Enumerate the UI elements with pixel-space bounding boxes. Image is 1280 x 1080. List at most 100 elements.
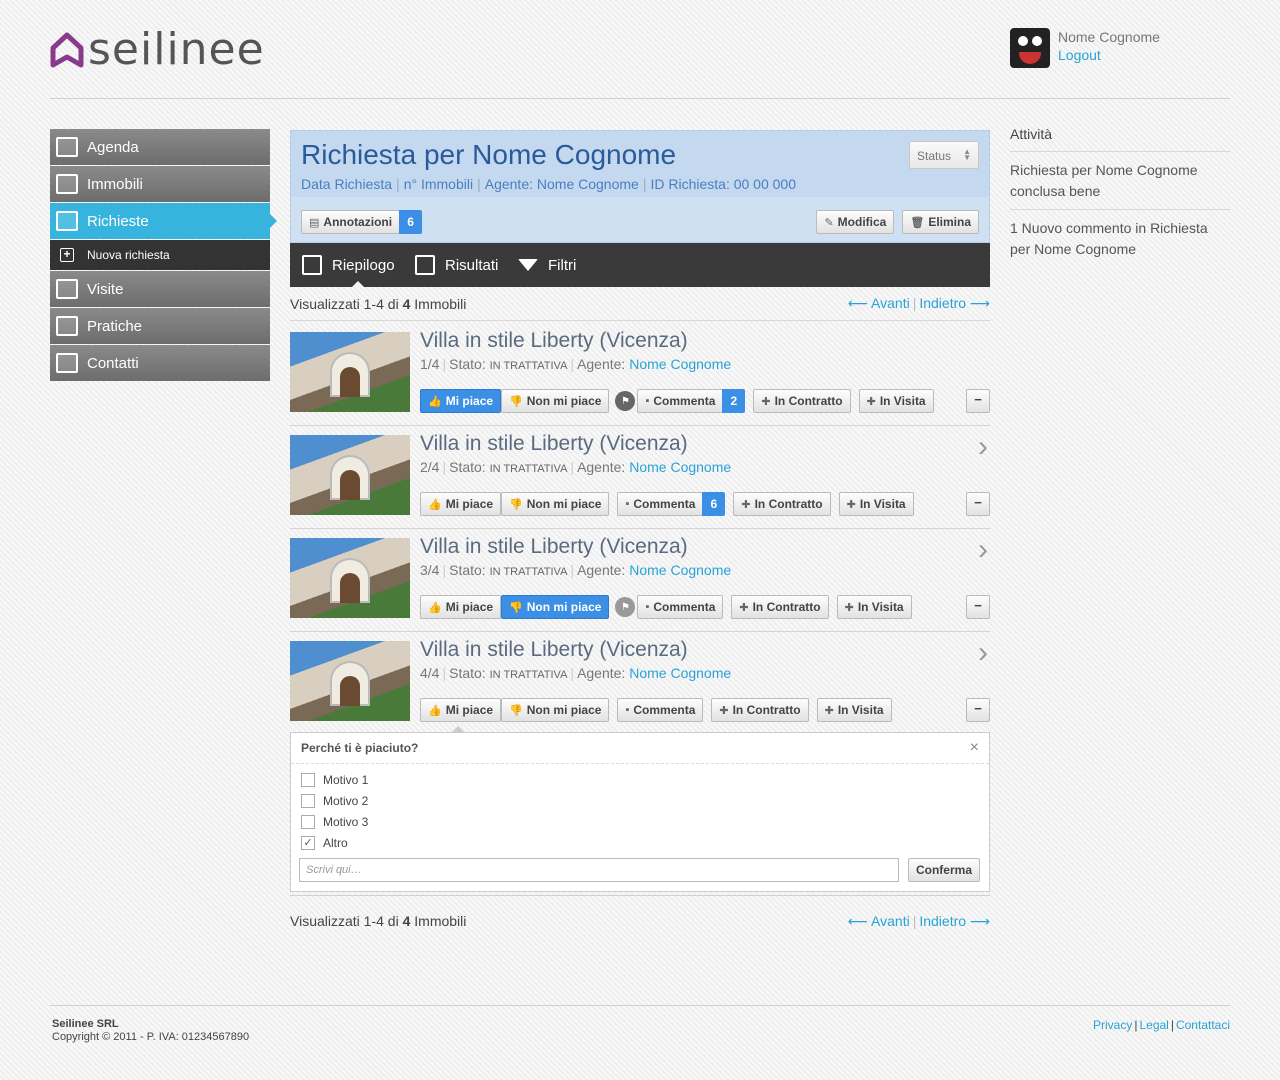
sidebar-item-pratiche[interactable]: Pratiche — [50, 308, 270, 344]
visit-button[interactable]: ✚ In Visita — [816, 698, 892, 722]
collapse-button[interactable]: − — [966, 389, 990, 413]
status-label: Status — [917, 149, 952, 163]
property-title[interactable]: Villa in stile Liberty (Vicenza) — [420, 432, 688, 456]
chevron-right-icon[interactable]: › — [978, 535, 988, 565]
option-motivo-2[interactable]: Motivo 2 — [301, 794, 368, 808]
property-photo[interactable] — [290, 641, 410, 721]
trash-icon: 🗑 — [910, 216, 925, 229]
property-meta: 1/4 | Stato: IN TRATTATIVA | Agente: Nome Co… — [420, 356, 732, 372]
dislike-button[interactable]: 👎 Non mi piace — [501, 595, 610, 619]
sidebar-item-label: Richieste — [87, 212, 149, 230]
agent-link[interactable]: Nome Cognome — [629, 562, 731, 578]
checkbox[interactable] — [301, 773, 315, 787]
checkbox[interactable] — [301, 794, 315, 808]
header-divider — [50, 98, 1230, 99]
logout-link[interactable]: Logout — [1058, 47, 1101, 63]
property-photo[interactable] — [290, 538, 410, 618]
flag-icon[interactable]: ⚑ — [615, 391, 636, 411]
logo[interactable]: seilinee — [50, 28, 265, 72]
flag-icon[interactable]: ⚑ — [615, 597, 636, 617]
property-index: 3/4 — [420, 562, 440, 578]
sidebar-item-contatti[interactable]: Contatti — [50, 345, 270, 381]
delete-button[interactable]: 🗑 Elimina — [902, 210, 979, 234]
contract-label: In Contratto — [732, 703, 801, 717]
visit-button[interactable]: ✚ In Visita — [858, 389, 934, 413]
edit-button[interactable]: ✎ Modifica — [816, 210, 895, 234]
property-title[interactable]: Villa in stile Liberty (Vicenza) — [420, 329, 688, 353]
request-icon — [56, 211, 78, 231]
checkbox[interactable] — [301, 815, 315, 829]
dislike-button[interactable]: 👎 Non mi piace — [501, 698, 610, 722]
dislike-button[interactable]: 👎 Non mi piace — [501, 492, 610, 516]
sidebar-item-visite[interactable]: Visite — [50, 271, 270, 307]
list-item[interactable]: Villa in stile Liberty (Vicenza) 1/4 | Sta… — [290, 322, 990, 426]
plus-icon: ✚ — [741, 498, 751, 511]
agent-link[interactable]: Nome Cognome — [629, 356, 731, 372]
confirm-button[interactable]: Conferma — [907, 858, 980, 882]
tab-risultati[interactable]: Risultati — [415, 243, 498, 287]
like-button[interactable]: 👍 Mi piace — [420, 595, 502, 619]
request-count: n° Immobili — [403, 176, 474, 192]
results-icon — [415, 255, 435, 275]
contract-button[interactable]: ✚ In Contratto — [733, 492, 831, 516]
prev-link[interactable]: ⟵ Avanti — [848, 295, 910, 311]
comment-icon: ▪ — [625, 498, 630, 510]
sidebar-item-agenda[interactable]: Agenda — [50, 129, 270, 165]
tab-filtri[interactable]: Filtri — [518, 243, 576, 287]
tab-riepilogo[interactable]: Riepilogo — [302, 243, 395, 287]
like-button[interactable]: 👍 Mi piace — [420, 389, 502, 413]
avatar[interactable] — [1010, 28, 1050, 68]
contract-button[interactable]: ✚ In Contratto — [711, 698, 809, 722]
privacy-link[interactable]: Privacy — [1093, 1018, 1132, 1032]
next-link[interactable]: Indietro ⟶ — [919, 295, 990, 311]
agent-link[interactable]: Nome Cognome — [629, 459, 731, 475]
list-item[interactable]: Villa in stile Liberty (Vicenza) › 2/4 | S… — [290, 425, 990, 529]
collapse-button[interactable]: − — [966, 492, 990, 516]
option-altro[interactable]: ✓ Altro — [301, 836, 348, 850]
visit-button[interactable]: ✚ In Visita — [836, 595, 912, 619]
tab-label: Riepilogo — [332, 256, 395, 274]
contract-button[interactable]: ✚ In Contratto — [753, 389, 851, 413]
status-select[interactable]: Status ▲ ▼ — [909, 141, 979, 169]
agent-link[interactable]: Nome Cognome — [629, 665, 731, 681]
annotations-count-badge: 6 — [399, 210, 423, 234]
list-item[interactable]: Villa in stile Liberty (Vicenza) › 4/4 | S… — [290, 631, 990, 735]
property-title[interactable]: Villa in stile Liberty (Vicenza) — [420, 535, 688, 559]
like-button[interactable]: 👍 Mi piace — [420, 492, 502, 516]
activity-entry[interactable]: 1 Nuovo commento in Richiesta per Nome C… — [1010, 210, 1230, 267]
chevron-right-icon[interactable]: › — [978, 638, 988, 668]
chevron-right-icon[interactable]: › — [978, 432, 988, 462]
legal-link[interactable]: Legal — [1139, 1018, 1168, 1032]
dislike-button[interactable]: 👎 Non mi piace — [501, 389, 610, 413]
comment-button[interactable]: ▪ Commenta — [617, 698, 704, 722]
next-link[interactable]: Indietro ⟶ — [919, 913, 990, 929]
activity-entry[interactable]: Richiesta per Nome Cognome conclusa bene — [1010, 152, 1230, 210]
checkbox-checked[interactable]: ✓ — [301, 836, 315, 850]
prev-link[interactable]: ⟵ Avanti — [848, 913, 910, 929]
contract-button[interactable]: ✚ In Contratto — [731, 595, 829, 619]
option-motivo-1[interactable]: Motivo 1 — [301, 773, 368, 787]
close-icon[interactable]: × — [970, 739, 979, 757]
sidebar-item-richieste[interactable]: Richieste — [50, 203, 277, 239]
property-photo[interactable] — [290, 435, 410, 515]
list-item[interactable]: Villa in stile Liberty (Vicenza) › 3/4 | S… — [290, 528, 990, 632]
annotations-button[interactable]: ▤ Annotazioni — [301, 210, 401, 234]
collapse-button[interactable]: − — [966, 698, 990, 722]
contact-link[interactable]: Contattaci — [1176, 1018, 1230, 1032]
dislike-label: Non mi piace — [526, 600, 602, 614]
reason-input[interactable]: Scrivi qui… — [299, 858, 899, 882]
collapse-button[interactable]: − — [966, 595, 990, 619]
sidebar-item-nuova-richiesta[interactable]: + Nuova richiesta — [50, 240, 270, 270]
option-motivo-3[interactable]: Motivo 3 — [301, 815, 368, 829]
comment-button[interactable]: ▪ Commenta — [637, 595, 724, 619]
like-button[interactable]: 👍 Mi piace — [420, 698, 502, 722]
property-index: 4/4 — [420, 665, 440, 681]
state-value: IN TRATTATIVA — [489, 566, 568, 578]
property-title[interactable]: Villa in stile Liberty (Vicenza) — [420, 638, 688, 662]
visit-button[interactable]: ✚ In Visita — [838, 492, 914, 516]
comment-button[interactable]: ▪ Commenta — [617, 492, 704, 516]
property-photo[interactable] — [290, 332, 410, 412]
activity-title: Attività — [1010, 126, 1230, 152]
comment-button[interactable]: ▪ Commenta — [637, 389, 724, 413]
sidebar-item-immobili[interactable]: Immobili — [50, 166, 270, 202]
